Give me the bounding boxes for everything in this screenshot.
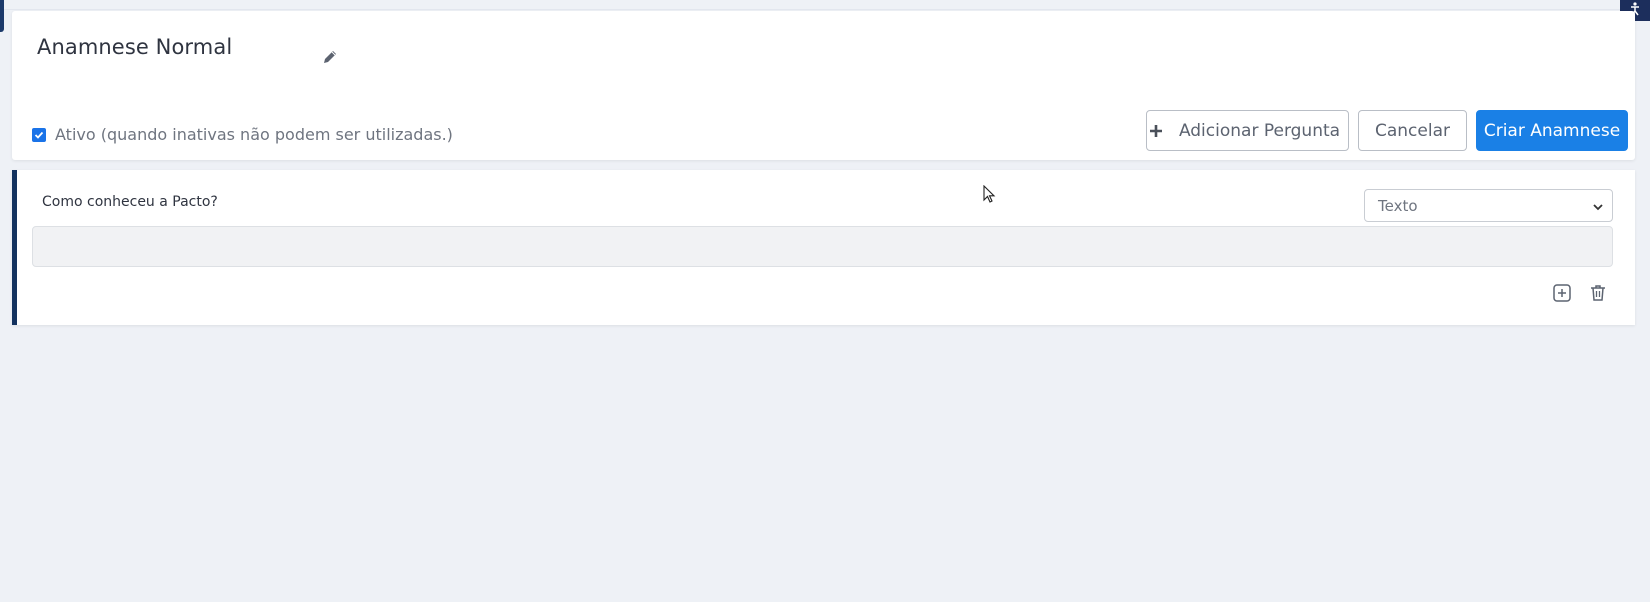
cancel-button[interactable]: Cancelar xyxy=(1358,110,1467,151)
create-label: Criar Anamnese xyxy=(1483,120,1621,141)
plus-square-icon xyxy=(1553,284,1571,306)
plus-icon xyxy=(1149,124,1163,138)
active-toggle-row: Ativo (quando inativas não podem ser uti… xyxy=(32,125,453,144)
form-title: Anamnese Normal xyxy=(37,35,233,59)
answer-field[interactable] xyxy=(32,226,1613,267)
question-type-select[interactable]: Texto xyxy=(1364,189,1613,222)
sidebar-toggle-tab[interactable] xyxy=(0,0,4,32)
trash-icon xyxy=(1589,284,1607,306)
cancel-label: Cancelar xyxy=(1375,120,1450,141)
question-card: Como conheceu a Pacto? Texto xyxy=(12,170,1635,325)
question-type-value: Texto xyxy=(1378,196,1418,215)
chevron-down-icon xyxy=(1592,199,1604,217)
form-header-card: Anamnese Normal Ativo (quando inativas n… xyxy=(12,11,1635,160)
create-anamnese-button[interactable]: Criar Anamnese xyxy=(1476,110,1628,151)
mouse-cursor-icon xyxy=(983,184,997,205)
delete-question-button[interactable] xyxy=(1587,284,1609,306)
top-bar xyxy=(0,0,1650,10)
active-label: Ativo (quando inativas não podem ser uti… xyxy=(55,125,453,144)
active-checkbox[interactable] xyxy=(32,127,46,142)
question-label[interactable]: Como conheceu a Pacto? xyxy=(42,194,218,210)
add-question-label: Adicionar Pergunta xyxy=(1178,120,1341,141)
add-question-button[interactable]: Adicionar Pergunta xyxy=(1146,110,1349,151)
edit-title-button[interactable] xyxy=(320,49,340,69)
add-question-inline-button[interactable] xyxy=(1551,284,1573,306)
pencil-icon xyxy=(322,49,338,69)
